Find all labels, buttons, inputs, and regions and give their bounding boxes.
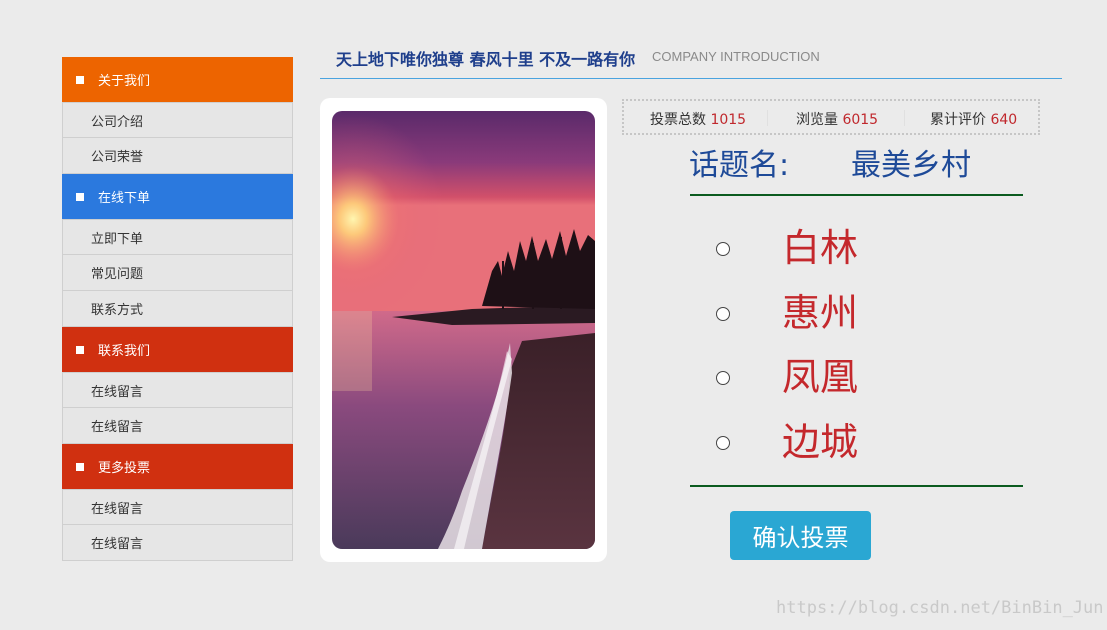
sidebar-item-online-message[interactable]: 在线留言 [62, 408, 293, 444]
stat-divider [767, 110, 768, 126]
radio-button[interactable] [716, 242, 730, 256]
sidebar-item-online-message[interactable]: 在线留言 [62, 525, 293, 561]
square-bullet-icon [76, 75, 84, 84]
sidebar-header-about-us[interactable]: 关于我们 [62, 57, 293, 102]
stat-page-views: 浏览量 6015 [796, 109, 878, 129]
vote-option[interactable]: 惠州 [716, 294, 858, 332]
topic-name: 最美乡村 [851, 148, 971, 183]
vote-option[interactable]: 白林 [716, 229, 858, 267]
sidebar-header-label: 联系我们 [98, 344, 151, 359]
square-bullet-icon [76, 345, 84, 354]
confirm-vote-button[interactable]: 确认投票 [730, 511, 871, 560]
sidebar-item-company-intro[interactable]: 公司介绍 [62, 102, 293, 138]
radio-button[interactable] [716, 436, 730, 450]
sidebar-nav: 关于我们 公司介绍 公司荣誉 在线下单 立即下单 常见问题 联系方式 联系我们 … [62, 57, 293, 561]
stat-label: 投票总数 [650, 112, 706, 128]
page-title: 天上地下唯你独尊 春风十里 不及一路有你 [336, 50, 636, 69]
sidebar-header-label: 更多投票 [98, 461, 151, 476]
stat-label: 累计评价 [930, 112, 986, 128]
sidebar-header-label: 在线下单 [98, 191, 151, 206]
divider-top [690, 194, 1023, 196]
page-header: 天上地下唯你独尊 春风十里 不及一路有你 COMPANY INTRODUCTIO… [320, 40, 1062, 79]
radio-button[interactable] [716, 371, 730, 385]
stat-divider [904, 110, 905, 126]
vote-option[interactable]: 边城 [716, 423, 858, 461]
page-subtitle: COMPANY INTRODUCTION [652, 49, 820, 64]
stat-value: 1015 [710, 112, 747, 128]
sidebar-header-label: 关于我们 [98, 74, 151, 89]
topic-image-card [320, 98, 607, 562]
sidebar-item-contact-info[interactable]: 联系方式 [62, 291, 293, 327]
topic-label: 话题名: [689, 148, 790, 183]
divider-bottom [690, 485, 1023, 487]
stat-total-reviews: 累计评价 640 [930, 109, 1017, 129]
square-bullet-icon [76, 192, 84, 201]
sunset-beach-photo [332, 111, 595, 549]
sidebar-item-company-honors[interactable]: 公司荣誉 [62, 138, 293, 174]
vote-option-label: 惠州 [782, 291, 859, 335]
stats-bar: 投票总数 1015 浏览量 6015 累计评价 640 [622, 99, 1040, 135]
vote-option[interactable]: 凤凰 [716, 358, 858, 396]
sidebar-item-online-message[interactable]: 在线留言 [62, 489, 293, 525]
stat-value: 640 [990, 112, 1018, 128]
square-bullet-icon [76, 462, 84, 471]
stat-value: 6015 [842, 112, 879, 128]
sidebar-header-online-order[interactable]: 在线下单 [62, 174, 293, 219]
sidebar-header-more-votes[interactable]: 更多投票 [62, 444, 293, 489]
stat-total-votes: 投票总数 1015 [650, 109, 746, 129]
stat-label: 浏览量 [796, 112, 838, 128]
watermark-url: https://blog.csdn.net/BinBin_Jun [776, 598, 1104, 618]
radio-button[interactable] [716, 307, 730, 321]
sidebar-header-contact-us[interactable]: 联系我们 [62, 327, 293, 372]
sidebar-item-online-message[interactable]: 在线留言 [62, 372, 293, 408]
vote-option-label: 白林 [782, 226, 859, 270]
vote-option-label: 凤凰 [782, 355, 859, 399]
sidebar-item-order-now[interactable]: 立即下单 [62, 219, 293, 255]
sidebar-item-faq[interactable]: 常见问题 [62, 255, 293, 291]
vote-option-label: 边城 [782, 420, 859, 464]
